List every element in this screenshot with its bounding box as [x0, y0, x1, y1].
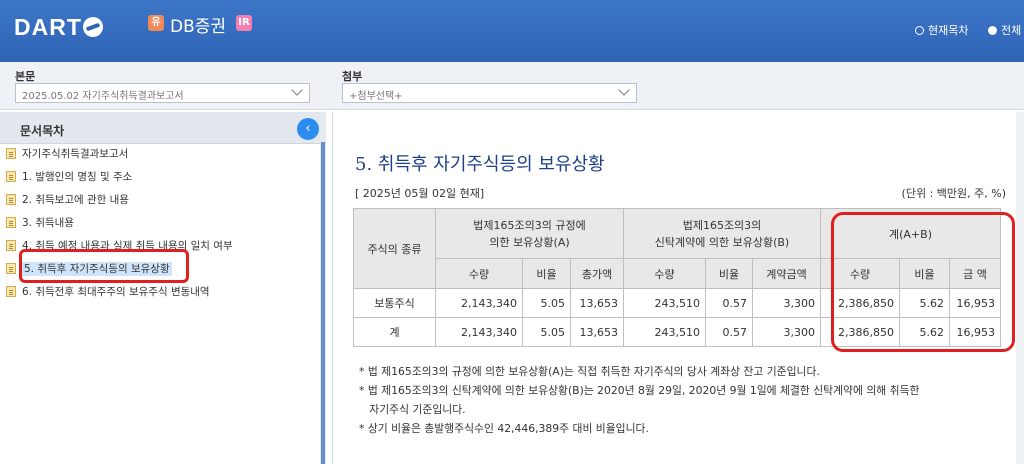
sidebar-scrollbar[interactable] [320, 112, 326, 464]
footnote: * 상기 비율은 총발행주식수인 42,446,389주 대비 비율입니다. [359, 422, 649, 435]
company-name: DB증권 [170, 17, 227, 37]
toc-item[interactable]: 1. 발행인의 명칭 및 주소 [6, 169, 132, 187]
table-cell: 2,143,340 [435, 288, 523, 318]
table-cell: 5.05 [522, 317, 571, 347]
unit-note: (단위 : 백만원, 주, %) [901, 187, 1006, 200]
toc-item-label: 자기주식취득결과보고서 [22, 148, 129, 160]
radio-icon [915, 26, 924, 35]
radio-icon [988, 26, 997, 35]
table-cell: 2,143,340 [435, 317, 523, 347]
table-cell: 3,300 [752, 317, 821, 347]
document-icon [6, 217, 16, 228]
group-a-header: 법제165조의3의 규정에 의한 보유상황(A) [435, 208, 624, 259]
radio-current-label: 현재목차 [928, 24, 969, 37]
subheader-cell: 비율 [522, 258, 571, 289]
group-b-header: 법제165조의3의 신탁계약에 의한 보유상황(B) [623, 208, 821, 259]
toc-title: 문서목차 [20, 124, 65, 138]
as-of-date: [ 2025년 05월 02일 현재] [355, 187, 485, 200]
table-cell: 0.57 [705, 288, 753, 318]
main-doc-select[interactable]: 2025.05.02 자기주식취득결과보고서 [15, 83, 310, 103]
attach-value: +첨부선택+ [349, 91, 403, 102]
footnote: * 법 제165조의3의 규정에 의한 보유상황(A)는 직접 취득한 자기주식… [359, 365, 820, 378]
subheader-cell: 수량 [623, 258, 706, 289]
footnote: 자기주식 기준입니다. [359, 403, 466, 416]
toc-item[interactable]: 2. 취득보고에 관한 내용 [6, 192, 129, 210]
collapse-sidebar-button[interactable]: ‹ [297, 118, 319, 140]
document-icon [6, 286, 16, 297]
yu-badge: 유 [148, 15, 164, 31]
document-icon [6, 240, 16, 251]
table-cell: 13,653 [570, 288, 624, 318]
globe-icon [82, 17, 103, 37]
toc-item-label: 2. 취득보고에 관한 내용 [22, 194, 129, 206]
dart-logo[interactable]: DART [14, 14, 103, 41]
annotation-highlight-toc [19, 249, 189, 283]
subheader-cell: 계약금액 [752, 258, 821, 289]
attach-label: 첨부 [342, 70, 363, 83]
document-icon [6, 148, 16, 159]
col-type-header: 주식의 종류 [353, 208, 436, 289]
viewer-scrollbar[interactable] [1016, 112, 1024, 464]
ir-badge[interactable]: IR [236, 15, 252, 31]
subheader-cell: 비율 [705, 258, 753, 289]
subheader-cell: 수량 [435, 258, 523, 289]
document-icon [6, 263, 16, 274]
attach-select[interactable]: +첨부선택+ [342, 83, 637, 103]
row-label: 계 [353, 317, 436, 347]
toc-item[interactable]: 3. 취득내용 [6, 215, 74, 233]
document-icon [6, 194, 16, 205]
document-selector-bar: 본문 2025.05.02 자기주식취득결과보고서 첨부 +첨부선택+ [0, 62, 1024, 110]
logo-text: DART [14, 14, 82, 40]
footnote: * 법 제165조의3의 신탁계약에 의한 보유상황(B)는 2020년 8월 … [359, 384, 920, 397]
toc-item[interactable]: 자기주식취득결과보고서 [6, 146, 128, 164]
radio-all-label: 전체 [1001, 24, 1022, 37]
annotation-highlight-total [831, 212, 1015, 352]
subheader-cell: 총가액 [570, 258, 624, 289]
document-icon [6, 171, 16, 182]
table-cell: 5.05 [522, 288, 571, 318]
table-cell: 13,653 [570, 317, 624, 347]
chevron-down-icon [618, 84, 630, 96]
toc-header: 문서목차 ‹ [0, 112, 320, 144]
main-doc-label: 본문 [15, 70, 36, 83]
toc-item-label: 1. 발행인의 명칭 및 주소 [22, 171, 133, 183]
section-title: 5. 취득후 자기주식등의 보유상황 [355, 154, 605, 175]
app-header: DART 유 DB증권 IR 현재목차 전체 [0, 0, 1024, 62]
chevron-down-icon [291, 84, 303, 96]
toc-item-label: 3. 취득내용 [22, 217, 74, 229]
row-label: 보통주식 [353, 288, 436, 318]
radio-current-toc[interactable]: 현재목차 [915, 22, 968, 38]
table-cell: 0.57 [705, 317, 753, 347]
main-doc-value: 2025.05.02 자기주식취득결과보고서 [22, 91, 184, 102]
table-cell: 243,510 [623, 288, 706, 318]
toc-item-label: 6. 취득전후 최대주주의 보유주식 변동내역 [22, 286, 210, 298]
toc-item[interactable]: 6. 취득전후 최대주주의 보유주식 변동내역 [6, 284, 210, 302]
table-cell: 3,300 [752, 288, 821, 318]
radio-all-toc[interactable]: 전체 [988, 22, 1021, 38]
table-cell: 243,510 [623, 317, 706, 347]
toc-sidebar: 문서목차 ‹ 자기주식취득결과보고서 1. 발행인의 명칭 및 주소 2. 취득… [0, 112, 326, 464]
footnotes: * 법 제165조의3의 규정에 의한 보유상황(A)는 직접 취득한 자기주식… [359, 362, 1007, 438]
scrollbar-thumb[interactable] [321, 142, 325, 464]
